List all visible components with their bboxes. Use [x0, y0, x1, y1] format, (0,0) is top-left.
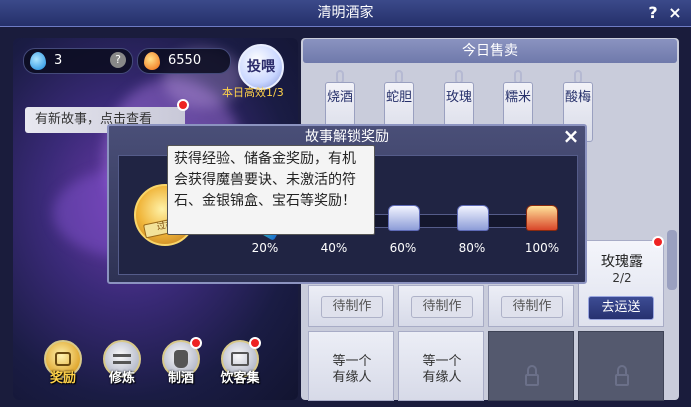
close-window-button[interactable]: × — [665, 3, 685, 23]
lock-icon — [525, 374, 539, 386]
water-help-icon[interactable]: ? — [110, 52, 126, 68]
daily-high-profit: 本日高效1/3 — [222, 86, 284, 99]
silver-chest-icon[interactable] — [457, 205, 489, 231]
featured-card[interactable]: 玫瑰露 2/2 去运送 — [578, 240, 664, 327]
milestone-label: 60% — [389, 241, 417, 255]
train-icon — [113, 354, 131, 364]
fire-count: 6550 — [168, 53, 202, 68]
guestbook-badge — [249, 337, 261, 349]
waiting-card[interactable]: 等一个有缘人 — [398, 331, 484, 401]
waiting-label: 等一个有缘人 — [422, 354, 462, 385]
brew-icon — [174, 350, 188, 368]
recipe-card[interactable]: 待制作 — [488, 285, 574, 327]
featured-count: 2/2 — [612, 271, 632, 285]
nav-train-label: 修炼 — [108, 371, 135, 386]
deliver-button[interactable]: 去运送 — [588, 296, 654, 320]
window-title: 清明酒家 — [317, 5, 374, 21]
fire-icon — [144, 52, 160, 70]
featured-name: 玫瑰露 — [601, 254, 643, 270]
notification-badge — [177, 99, 189, 111]
fire-stat: 6550 — [137, 48, 231, 74]
water-stat: 3 ? — [23, 48, 133, 74]
locked-card — [578, 331, 664, 401]
featured-badge — [652, 236, 664, 248]
reward-icon — [55, 352, 71, 366]
scrollbar[interactable] — [667, 230, 677, 290]
milestone-label: 20% — [251, 241, 279, 255]
lock-icon — [615, 374, 629, 386]
water-count: 3 — [54, 53, 63, 68]
help-button[interactable]: ? — [643, 3, 663, 23]
water-drop-icon — [30, 52, 46, 70]
pending-label: 待制作 — [501, 296, 563, 318]
gold-chest-icon[interactable] — [526, 205, 558, 231]
milestone-label: 100% — [524, 241, 560, 255]
milestone-label: 40% — [320, 241, 348, 255]
pending-label: 待制作 — [411, 296, 473, 318]
locked-card — [488, 331, 574, 401]
waiting-label: 等一个有缘人 — [332, 354, 372, 385]
guestbook-icon — [231, 352, 249, 366]
nav-reward-label: 奖励 — [49, 371, 76, 386]
dialog-close-button[interactable]: × — [560, 124, 582, 148]
recipe-card[interactable]: 待制作 — [308, 285, 394, 327]
today-sale-title: 今日售卖 — [303, 39, 677, 63]
nav-guestbook-label: 饮客集 — [220, 371, 260, 386]
pending-label: 待制作 — [321, 296, 383, 318]
recipe-card[interactable]: 待制作 — [398, 285, 484, 327]
brew-badge — [190, 337, 202, 349]
reward-tooltip: 获得经验、储备金奖励，有机会获得魔兽要诀、未激活的符石、金银锦盒、宝石等奖励！ — [167, 145, 375, 235]
milestone-label: 80% — [458, 241, 486, 255]
nav-brew-label: 制酒 — [167, 371, 194, 386]
waiting-card[interactable]: 等一个有缘人 — [308, 331, 394, 401]
silver-chest-icon[interactable] — [388, 205, 420, 231]
